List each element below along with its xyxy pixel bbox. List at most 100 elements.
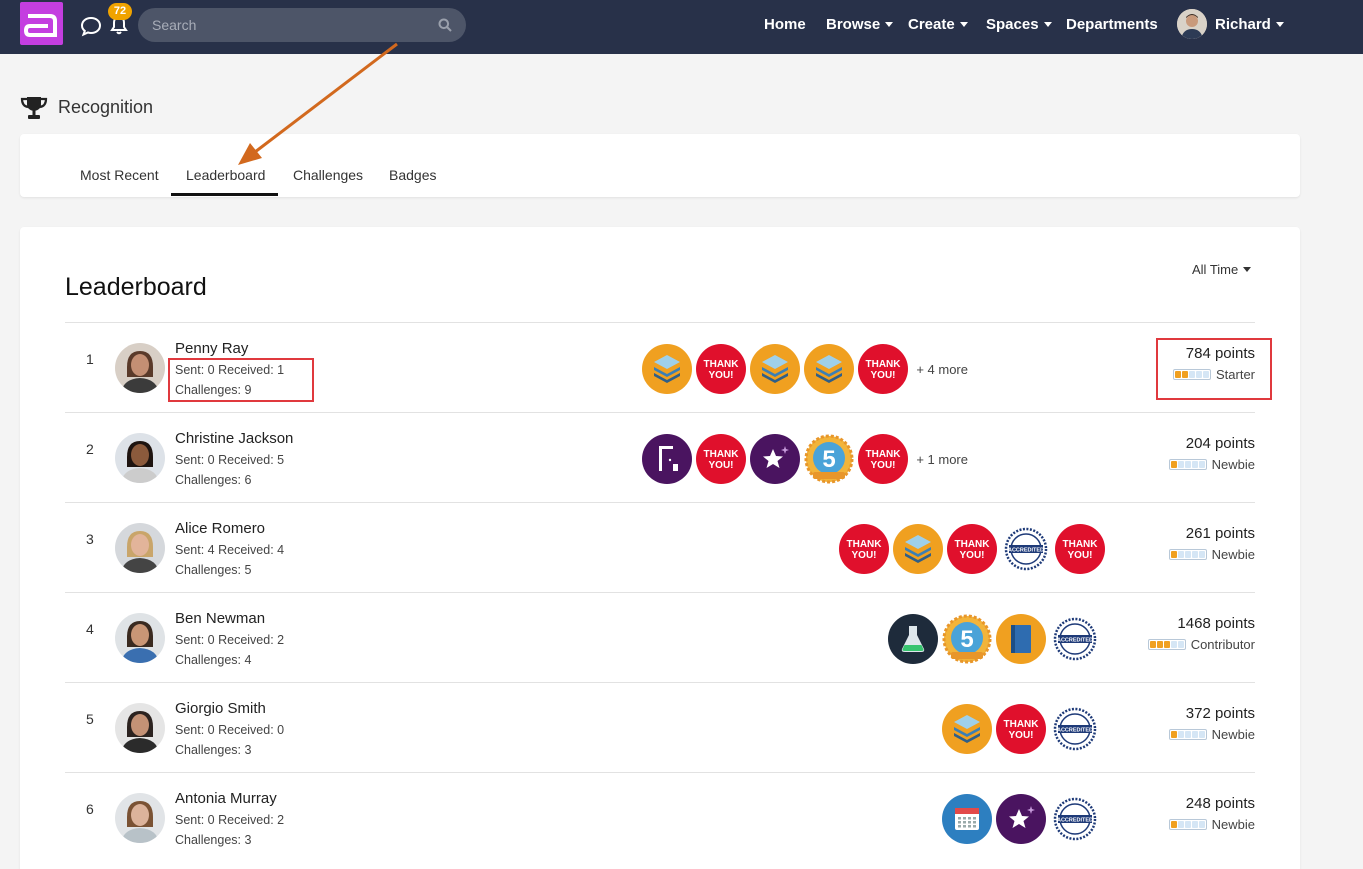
user-name-link[interactable]: Penny Ray	[175, 340, 248, 357]
level-name: Newbie	[1211, 457, 1255, 472]
sent-received-stat: Sent: 4 Received: 4	[175, 543, 285, 557]
nav-spaces[interactable]: Spaces	[986, 0, 1052, 50]
nav-browse[interactable]: Browse	[826, 0, 894, 50]
challenges-stat: Challenges: 3	[175, 743, 252, 757]
tab-challenges[interactable]: Challenges	[293, 167, 363, 183]
accredited-badge[interactable]: ACCREDITED	[1050, 614, 1100, 664]
svg-text:THANK: THANK	[704, 449, 740, 460]
tabs-card: Most Recent Leaderboard Challenges Badge…	[20, 134, 1300, 197]
rank-number: 6	[86, 801, 94, 817]
level-name: Newbie	[1211, 547, 1255, 562]
tab-leaderboard[interactable]: Leaderboard	[186, 167, 265, 183]
nav-departments-label: Departments	[1066, 16, 1158, 33]
svg-text:YOU!: YOU!	[852, 550, 877, 561]
layers-badge[interactable]	[804, 344, 855, 394]
flask-badge[interactable]	[888, 614, 938, 664]
layers-badge[interactable]	[893, 524, 943, 574]
avatar[interactable]	[115, 343, 165, 393]
svg-text:THANK: THANK	[704, 359, 740, 370]
svg-text:5: 5	[823, 446, 836, 473]
highlight-box-points	[1156, 338, 1272, 400]
badge-list: ACCREDITED	[942, 794, 1100, 844]
user-name: Richard	[1215, 16, 1271, 33]
layers-badge[interactable]	[750, 344, 801, 394]
level-name: Contributor	[1190, 637, 1255, 652]
user-avatar[interactable]	[1177, 9, 1207, 39]
chevron-down-icon	[1043, 22, 1052, 27]
time-filter-dropdown[interactable]: All Time	[1192, 262, 1252, 277]
svg-text:THANK: THANK	[1004, 719, 1040, 730]
svg-text:YOU!: YOU!	[709, 370, 734, 381]
level-indicator: Newbie	[1168, 547, 1255, 562]
avatar[interactable]	[115, 613, 165, 663]
user-name-link[interactable]: Giorgio Smith	[175, 700, 266, 717]
search-icon[interactable]	[438, 18, 452, 32]
badge-list: THANK YOU! 5 THANK YOU! + 1 more	[642, 434, 968, 484]
accredited-badge[interactable]: ACCREDITED	[1050, 704, 1100, 754]
avatar[interactable]	[115, 433, 165, 483]
level-name: Newbie	[1211, 727, 1255, 742]
svg-text:YOU!: YOU!	[871, 460, 896, 471]
leaderboard-row: 6 Antonia Murray Sent: 0 Received: 2 Cha…	[65, 772, 1255, 862]
user-menu[interactable]: Richard	[1215, 0, 1284, 50]
book-badge[interactable]	[996, 614, 1046, 664]
leaderboard-row: 2 Christine Jackson Sent: 0 Received: 5 …	[65, 412, 1255, 502]
avatar[interactable]	[115, 793, 165, 843]
thank-you-badge[interactable]: THANK YOU!	[696, 434, 747, 484]
anniversary-5-badge[interactable]: 5	[804, 434, 854, 484]
points-value: 372 points	[1185, 705, 1255, 722]
user-name-link[interactable]: Christine Jackson	[175, 430, 293, 447]
user-name-link[interactable]: Ben Newman	[175, 610, 265, 627]
search-box[interactable]	[138, 8, 466, 42]
chat-icon[interactable]	[80, 15, 102, 37]
level-indicator: Contributor	[1147, 637, 1255, 652]
user-name-link[interactable]: Antonia Murray	[175, 790, 277, 807]
layers-badge[interactable]	[942, 704, 992, 754]
more-badges-link[interactable]: + 4 more	[916, 362, 968, 377]
layers-badge[interactable]	[642, 344, 693, 394]
badge-list: THANK YOU! THANK YOU! ACCREDITED THANK Y…	[839, 524, 1105, 574]
chevron-down-icon	[1243, 267, 1252, 272]
accredited-badge[interactable]: ACCREDITED	[1050, 794, 1100, 844]
app-logo[interactable]	[20, 2, 63, 45]
points-value: 204 points	[1185, 435, 1255, 452]
thank-you-badge[interactable]: THANK YOU!	[839, 524, 889, 574]
star-badge[interactable]	[750, 434, 801, 484]
avatar[interactable]	[115, 703, 165, 753]
nav-departments[interactable]: Departments	[1066, 0, 1158, 50]
svg-text:YOU!: YOU!	[1068, 550, 1093, 561]
tab-badges[interactable]: Badges	[389, 167, 436, 183]
thank-you-badge[interactable]: THANK YOU!	[996, 704, 1046, 754]
svg-text:THANK: THANK	[1063, 539, 1099, 550]
challenges-stat: Challenges: 4	[175, 653, 252, 667]
badge-list: 5 ACCREDITED	[888, 614, 1100, 664]
thank-you-badge[interactable]: THANK YOU!	[858, 434, 909, 484]
avatar[interactable]	[115, 523, 165, 573]
anniversary-5-badge[interactable]: 5	[942, 614, 992, 664]
nav-home[interactable]: Home	[764, 0, 806, 50]
thank-you-badge[interactable]: THANK YOU!	[696, 344, 747, 394]
rank-number: 1	[86, 351, 94, 367]
svg-text:THANK: THANK	[955, 539, 991, 550]
svg-text:ACCREDITED: ACCREDITED	[1057, 818, 1093, 824]
user-name-link[interactable]: Alice Romero	[175, 520, 265, 537]
thank-you-badge[interactable]: THANK YOU!	[947, 524, 997, 574]
accredited-badge[interactable]: ACCREDITED	[1001, 524, 1051, 574]
top-navigation-bar: 72 Home Browse Create Spaces Departments…	[0, 0, 1363, 54]
more-badges-link[interactable]: + 1 more	[916, 452, 968, 467]
calendar-badge[interactable]	[942, 794, 992, 844]
star-badge[interactable]	[996, 794, 1046, 844]
sent-received-stat: Sent: 0 Received: 0	[175, 723, 285, 737]
leaderboard-row: 5 Giorgio Smith Sent: 0 Received: 0 Chal…	[65, 682, 1255, 772]
search-input[interactable]	[152, 8, 432, 42]
nav-create[interactable]: Create	[908, 0, 968, 50]
level-progress-bar	[1168, 729, 1207, 740]
level-indicator: Newbie	[1168, 727, 1255, 742]
svg-text:THANK: THANK	[847, 539, 883, 550]
svg-text:YOU!: YOU!	[709, 460, 734, 471]
tab-most-recent[interactable]: Most Recent	[80, 167, 159, 183]
thank-you-badge[interactable]: THANK YOU!	[858, 344, 909, 394]
door-badge[interactable]	[642, 434, 693, 484]
notification-count-badge: 72	[108, 3, 132, 20]
thank-you-badge[interactable]: THANK YOU!	[1055, 524, 1105, 574]
